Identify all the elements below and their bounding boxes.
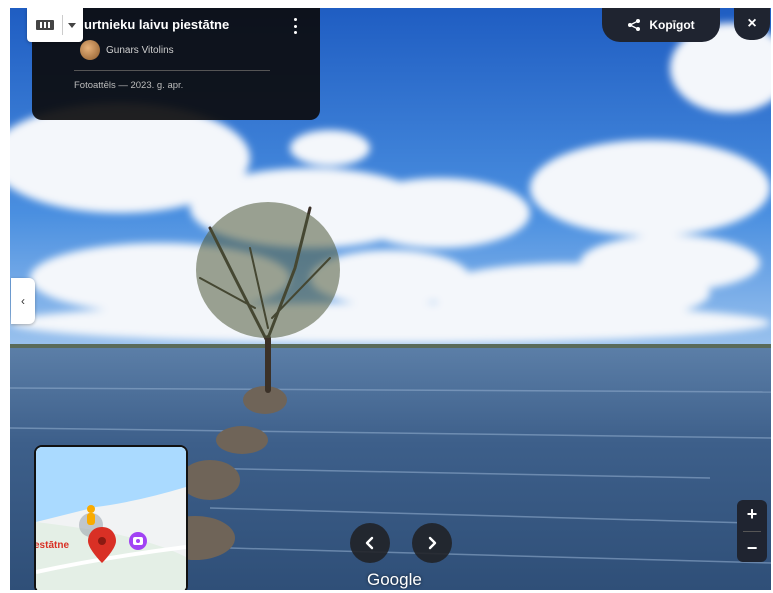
close-button[interactable]: ×	[734, 8, 770, 40]
share-button[interactable]: Kopīgot	[602, 8, 720, 42]
previous-photo-button[interactable]	[350, 523, 390, 563]
thumbnails-toggle-button[interactable]	[27, 8, 83, 42]
author-name[interactable]: Gunars Vitolins	[106, 45, 174, 56]
horizon-shoreline	[10, 344, 771, 348]
minimap[interactable]: estātne	[34, 445, 188, 590]
photo-date: Fotoattēls — 2023. g. apr.	[74, 80, 184, 91]
map-place-label: estātne	[34, 540, 70, 551]
next-photo-button[interactable]	[412, 523, 452, 563]
chevron-left-icon: ‹	[21, 294, 25, 308]
photo-icon	[129, 532, 147, 550]
divider	[74, 70, 270, 71]
author-row[interactable]: Gunars Vitolins	[80, 40, 174, 60]
place-title[interactable]: urtnieku laivu piestātne	[84, 17, 284, 32]
tree-foliage	[196, 202, 340, 338]
divider	[743, 530, 761, 532]
pegman-icon	[87, 505, 95, 525]
share-label: Kopīgot	[649, 18, 695, 32]
zoom-in-button[interactable]: +	[747, 504, 758, 524]
avatar[interactable]	[80, 40, 100, 60]
chevron-down-icon	[68, 22, 76, 28]
zoom-out-button[interactable]: −	[747, 538, 758, 558]
more-vert-icon[interactable]	[288, 16, 302, 36]
arrow-right-icon	[428, 536, 437, 550]
close-icon: ×	[747, 15, 757, 32]
expand-side-panel-button[interactable]: ‹	[11, 278, 35, 324]
google-logo: Google	[367, 570, 422, 589]
street-view-viewer[interactable]: urtnieku laivu piestātne Gunars Vitolins…	[10, 8, 771, 590]
layers-icon	[36, 20, 54, 30]
divider	[62, 15, 63, 35]
minimap-canvas	[36, 447, 186, 590]
share-icon	[628, 19, 641, 31]
arrow-left-icon	[365, 536, 374, 550]
zoom-control: + −	[737, 500, 767, 562]
